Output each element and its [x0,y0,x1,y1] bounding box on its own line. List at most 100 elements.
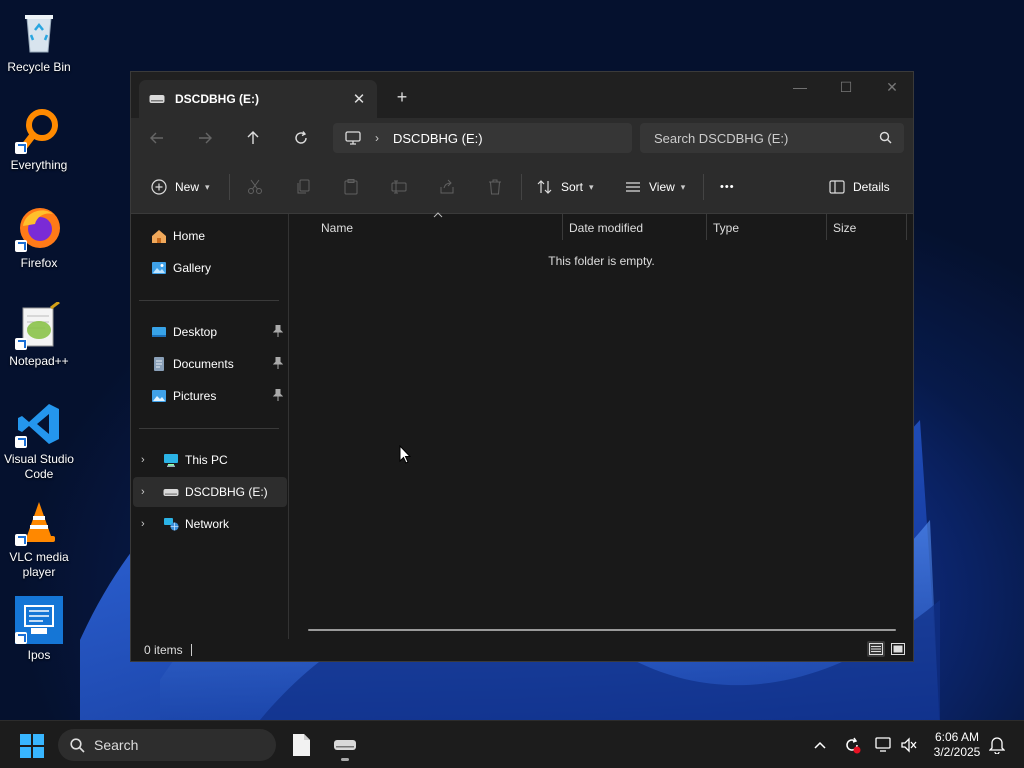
update-status-button[interactable] [840,733,864,757]
volume-button[interactable] [897,733,921,757]
desktop-icon-recycle-bin[interactable]: Recycle Bin [0,8,78,75]
clock-time: 6:06 AM [934,730,980,744]
chevron-down-icon: ▾ [680,181,686,192]
new-label: New [175,180,200,194]
taskbar-app-notepad[interactable] [290,733,312,760]
tab-drive-e[interactable]: DSCDBHG (E:) ✕ [139,80,377,118]
up-button[interactable] [237,124,269,152]
nav-item-this-pc[interactable]: › This PC [133,445,287,475]
sort-label: Sort [561,180,584,194]
plus-circle-icon [151,179,167,195]
refresh-icon [295,131,307,144]
taskbar-app-file-explorer[interactable] [332,731,358,761]
desktop-icon-notepad-plus-plus[interactable]: Notepad++ [0,300,78,369]
maximize-button[interactable]: ☐ [823,72,869,102]
minimize-button[interactable]: — [777,72,823,102]
clock[interactable]: 6:06 AM 3/2/2025 [926,730,988,760]
breadcrumb-drive[interactable]: DSCDBHG (E:) [393,131,483,146]
nav-item-home[interactable]: Home [133,221,287,251]
address-bar-row: › DSCDBHG (E:) Search DSCDBHG (E:) [131,118,913,158]
rename-button[interactable] [391,172,407,202]
desktop-icon-vscode[interactable]: Visual Studio Code [0,400,78,482]
rename-icon [391,180,407,194]
column-divider[interactable] [826,214,827,240]
network-status-button[interactable] [872,733,896,757]
column-divider[interactable] [906,214,907,240]
arrow-right-icon [199,132,212,144]
desktop-icon-label: Firefox [20,256,58,270]
desktop-icon-label: Ipos [27,648,51,662]
expand-chevron-icon[interactable]: › [141,486,155,498]
status-bar: 0 items [131,638,913,661]
delete-button[interactable] [487,172,503,202]
start-button[interactable] [20,734,44,761]
desktop-icon-label: Notepad++ [9,354,69,368]
nav-item-documents[interactable]: Documents [133,349,287,379]
new-button[interactable]: New ▾ [151,172,210,202]
pictures-icon [152,390,166,402]
show-hidden-icons-button[interactable] [808,733,832,757]
taskbar-search[interactable]: Search [58,729,276,761]
expand-chevron-icon[interactable]: › [141,518,155,530]
column-header-size[interactable]: Size [833,214,856,242]
nav-item-desktop[interactable]: Desktop [133,317,287,347]
address-field[interactable]: › DSCDBHG (E:) [333,123,632,153]
refresh-button[interactable] [285,124,317,152]
breadcrumb-chevron[interactable]: › [375,131,379,145]
expand-chevron-icon[interactable]: › [141,454,155,466]
back-button[interactable] [141,124,173,152]
vscode-icon [15,400,63,448]
nav-label: Gallery [173,261,212,275]
cut-button[interactable] [247,172,263,202]
shortcut-arrow-icon [15,436,27,448]
tiles-view-icon [891,643,905,655]
nav-label: Documents [173,357,234,371]
forward-button[interactable] [189,124,221,152]
search-icon [70,738,85,753]
documents-icon [154,357,164,371]
desktop-icon-firefox[interactable]: Firefox [0,204,78,271]
new-tab-button[interactable]: + [389,84,415,110]
column-header-name[interactable]: Name [321,214,353,242]
details-pane-button[interactable]: Details [829,172,890,202]
tab-close-button[interactable]: ✕ [347,87,371,111]
details-view-button[interactable] [867,641,885,657]
notifications-button[interactable] [985,733,1009,757]
tiles-view-button[interactable] [889,641,907,657]
desktop-icon-everything[interactable]: Everything [0,106,78,173]
more-options-button[interactable]: ••• [720,172,735,202]
column-divider[interactable] [706,214,707,240]
nav-item-network[interactable]: › Network [133,509,287,539]
copy-button[interactable] [295,172,311,202]
desktop-icon-label: VLC media player [9,550,69,579]
file-icon [293,734,310,756]
desktop-icon-ipos[interactable]: Ipos [0,596,78,663]
paste-button[interactable] [343,172,359,202]
item-count: 0 items [144,642,183,657]
nav-item-gallery[interactable]: Gallery [133,253,287,283]
taskbar-search-label: Search [94,737,139,753]
chevron-down-icon: ▾ [589,181,594,192]
paste-icon [344,179,358,195]
sort-button[interactable]: Sort ▾ [537,172,594,202]
column-header-date-modified[interactable]: Date modified [569,214,643,242]
pin-icon [273,357,283,369]
search-box[interactable]: Search DSCDBHG (E:) [640,123,904,153]
this-pc-icon [345,131,361,145]
column-header-type[interactable]: Type [713,214,739,242]
network-icon [164,518,179,531]
ipos-icon [15,596,63,644]
column-divider[interactable] [562,214,563,240]
view-button[interactable]: View ▾ [625,172,685,202]
close-window-button[interactable]: ✕ [869,72,915,102]
share-button[interactable] [439,172,455,202]
horizontal-scrollbar[interactable] [308,629,896,631]
vlc-icon [15,498,63,546]
nav-item-pictures[interactable]: Pictures [133,381,287,411]
nav-item-drive-e[interactable]: › DSCDBHG (E:) [133,477,287,507]
pin-icon [273,325,283,337]
desktop-icon-vlc[interactable]: VLC media player [0,498,78,580]
command-bar: New ▾ Sort ▾ View ▾ ••• Details [131,158,913,214]
title-bar: DSCDBHG (E:) ✕ + — ☐ ✕ [131,72,913,118]
desktop-icon-label: Visual Studio Code [4,452,74,481]
